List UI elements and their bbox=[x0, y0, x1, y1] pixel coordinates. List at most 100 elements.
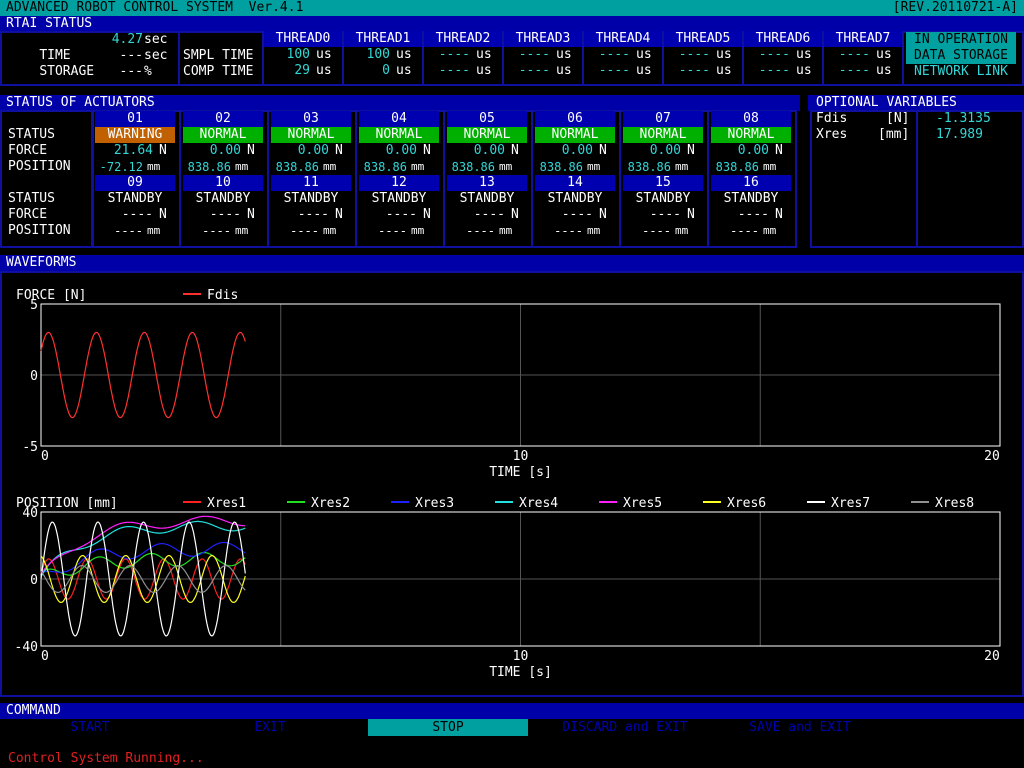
var-unit: [N] bbox=[886, 111, 910, 126]
thread-name: THREAD6 bbox=[744, 31, 822, 47]
y-tick-label: -40 bbox=[15, 640, 38, 655]
thread-divider bbox=[662, 31, 664, 86]
actuator-status-badge: NORMAL bbox=[623, 127, 703, 143]
actuator-id: 05 bbox=[447, 111, 527, 127]
thread-divider bbox=[582, 31, 584, 86]
actuator-status-badge: STANDBY bbox=[723, 191, 779, 206]
actuator-status-badge: STANDBY bbox=[195, 191, 251, 206]
actuator-position-value: ---- bbox=[730, 224, 759, 238]
actuator-status-badge: WARNING bbox=[95, 127, 175, 143]
series-line-Xres2 bbox=[40, 551, 246, 576]
series-line-Xres4 bbox=[40, 520, 246, 577]
var-name: Xres bbox=[816, 127, 848, 142]
actuator-id: 10 bbox=[183, 175, 263, 191]
legend-label: Xres4 bbox=[519, 496, 558, 511]
thread-column: THREAD4 ---- us ---- us bbox=[584, 31, 662, 79]
save-and-exit-button[interactable]: SAVE and EXIT bbox=[720, 719, 880, 736]
optional-var-xres: Xres [mm] 17.989 bbox=[816, 127, 983, 143]
status-line: Control System Running... bbox=[8, 751, 204, 766]
smpl-time-label: SMPL TIME bbox=[183, 48, 254, 63]
actuator-position-unit: mm bbox=[411, 160, 425, 173]
optional-title: OPTIONAL VARIABLES bbox=[816, 95, 957, 110]
actuator-force-unit: N bbox=[599, 207, 607, 222]
x-tick-label: 10 bbox=[513, 649, 529, 664]
actuator-01: 01 WARNING 21.64 N -72.12 mm bbox=[95, 111, 175, 175]
storage-value: --- bbox=[119, 48, 143, 63]
optional-var-fdis: Fdis [N] -1.3135 bbox=[816, 111, 991, 127]
actuator-position-unit: mm bbox=[499, 160, 513, 173]
rtai-status-header: RTAI STATUS bbox=[0, 16, 1024, 32]
thread-comp-unit: us bbox=[396, 63, 412, 78]
actuator-id: 04 bbox=[359, 111, 439, 127]
actuator-16: 16 STANDBY ---- N ---- mm bbox=[711, 175, 791, 239]
exit-button[interactable]: EXIT bbox=[190, 719, 350, 736]
thread-column: THREAD1 100 us 0 us bbox=[344, 31, 422, 79]
actuator-status-badge: NORMAL bbox=[183, 127, 263, 143]
actuator-11: 11 STANDBY ---- N ---- mm bbox=[271, 175, 351, 239]
thread-comp-value: ---- bbox=[838, 63, 870, 78]
thread-column: THREAD5 ---- us ---- us bbox=[664, 31, 742, 79]
actuator-position-value: ---- bbox=[290, 224, 319, 238]
actuator-force-value: ---- bbox=[649, 207, 681, 222]
actuator-status-badge: NORMAL bbox=[271, 127, 351, 143]
actuator-force-unit: N bbox=[247, 207, 255, 222]
actuators-header: STATUS OF ACTUATORS bbox=[0, 95, 800, 111]
actuator-position-unit: mm bbox=[763, 224, 777, 237]
y-tick-label: 0 bbox=[30, 369, 38, 384]
actuator-position-unit: mm bbox=[323, 160, 337, 173]
thread-smpl-unit: us bbox=[796, 47, 812, 62]
start-button[interactable]: START bbox=[10, 719, 170, 736]
row-label-status: STATUS bbox=[8, 191, 55, 206]
actuator-force-value: 0.00 bbox=[209, 143, 241, 158]
actuator-position-value: ---- bbox=[554, 224, 583, 238]
thread-name: THREAD7 bbox=[824, 31, 902, 47]
stop-button[interactable]: STOP bbox=[368, 719, 528, 736]
actuator-id: 02 bbox=[183, 111, 263, 127]
command-header: COMMAND bbox=[0, 703, 1024, 719]
thread-smpl-unit: us bbox=[476, 47, 492, 62]
waveform-charts: FORCE [N]50-50 10 20TIME [s]FdisPOSITION [… bbox=[15, 288, 1001, 680]
actuator-position-unit: mm bbox=[499, 224, 513, 237]
actuator-position-value: 838.86 bbox=[627, 160, 671, 174]
storage-unit: sec bbox=[144, 48, 168, 63]
thread-divider bbox=[822, 31, 824, 86]
thread-comp-unit: us bbox=[636, 63, 652, 78]
revision-label: [REV.20110721-A] bbox=[892, 0, 1018, 15]
actuator-status-badge: NORMAL bbox=[535, 127, 615, 143]
actuator-force-unit: N bbox=[335, 207, 343, 222]
actuator-position-value: 838.86 bbox=[451, 160, 495, 174]
actuator-force-value: ---- bbox=[209, 207, 241, 222]
actuator-07: 07 NORMAL 0.00 N 838.86 mm bbox=[623, 111, 703, 175]
actuator-position-unit: mm bbox=[235, 224, 249, 237]
thread-smpl-value: ---- bbox=[518, 47, 550, 62]
actuator-force-unit: N bbox=[687, 207, 695, 222]
storage-pct-value: --- bbox=[119, 64, 143, 79]
status-indicators: IN OPERATION DATA STORAGE NETWORK LINK bbox=[906, 32, 1016, 80]
title-bar: ADVANCED ROBOT CONTROL SYSTEM Ver.4.1 [R… bbox=[0, 0, 1024, 16]
thread-smpl-value: ---- bbox=[838, 47, 870, 62]
thread-smpl-value: ---- bbox=[678, 47, 710, 62]
actuator-position-value: -72.12 bbox=[99, 160, 143, 174]
legend-label: Xres8 bbox=[935, 496, 974, 511]
thread-divider bbox=[262, 31, 264, 86]
actuator-12: 12 STANDBY ---- N ---- mm bbox=[359, 175, 439, 239]
actuator-id: 06 bbox=[535, 111, 615, 127]
actuator-id: 15 bbox=[623, 175, 703, 191]
network-link-indicator: NETWORK LINK bbox=[914, 64, 1008, 79]
thread-column: THREAD7 ---- us ---- us bbox=[824, 31, 902, 79]
actuator-status-badge: STANDBY bbox=[459, 191, 515, 206]
discard-and-exit-button[interactable]: DISCARD and EXIT bbox=[545, 719, 705, 736]
actuator-position-value: ---- bbox=[202, 224, 231, 238]
thread-smpl-unit: us bbox=[636, 47, 652, 62]
in-operation-indicator: IN OPERATION bbox=[906, 32, 1016, 48]
thread-name: THREAD0 bbox=[264, 31, 342, 47]
actuator-force-value: ---- bbox=[121, 207, 153, 222]
row-label-position: POSITION bbox=[8, 223, 71, 238]
actuator-position-value: 838.86 bbox=[187, 160, 231, 174]
thread-comp-value: 29 bbox=[294, 63, 310, 78]
x-tick-label: 20 bbox=[984, 449, 1000, 464]
thread-comp-value: ---- bbox=[758, 63, 790, 78]
thread-comp-unit: us bbox=[316, 63, 332, 78]
thread-comp-value: ---- bbox=[518, 63, 550, 78]
actuator-force-unit: N bbox=[511, 207, 519, 222]
